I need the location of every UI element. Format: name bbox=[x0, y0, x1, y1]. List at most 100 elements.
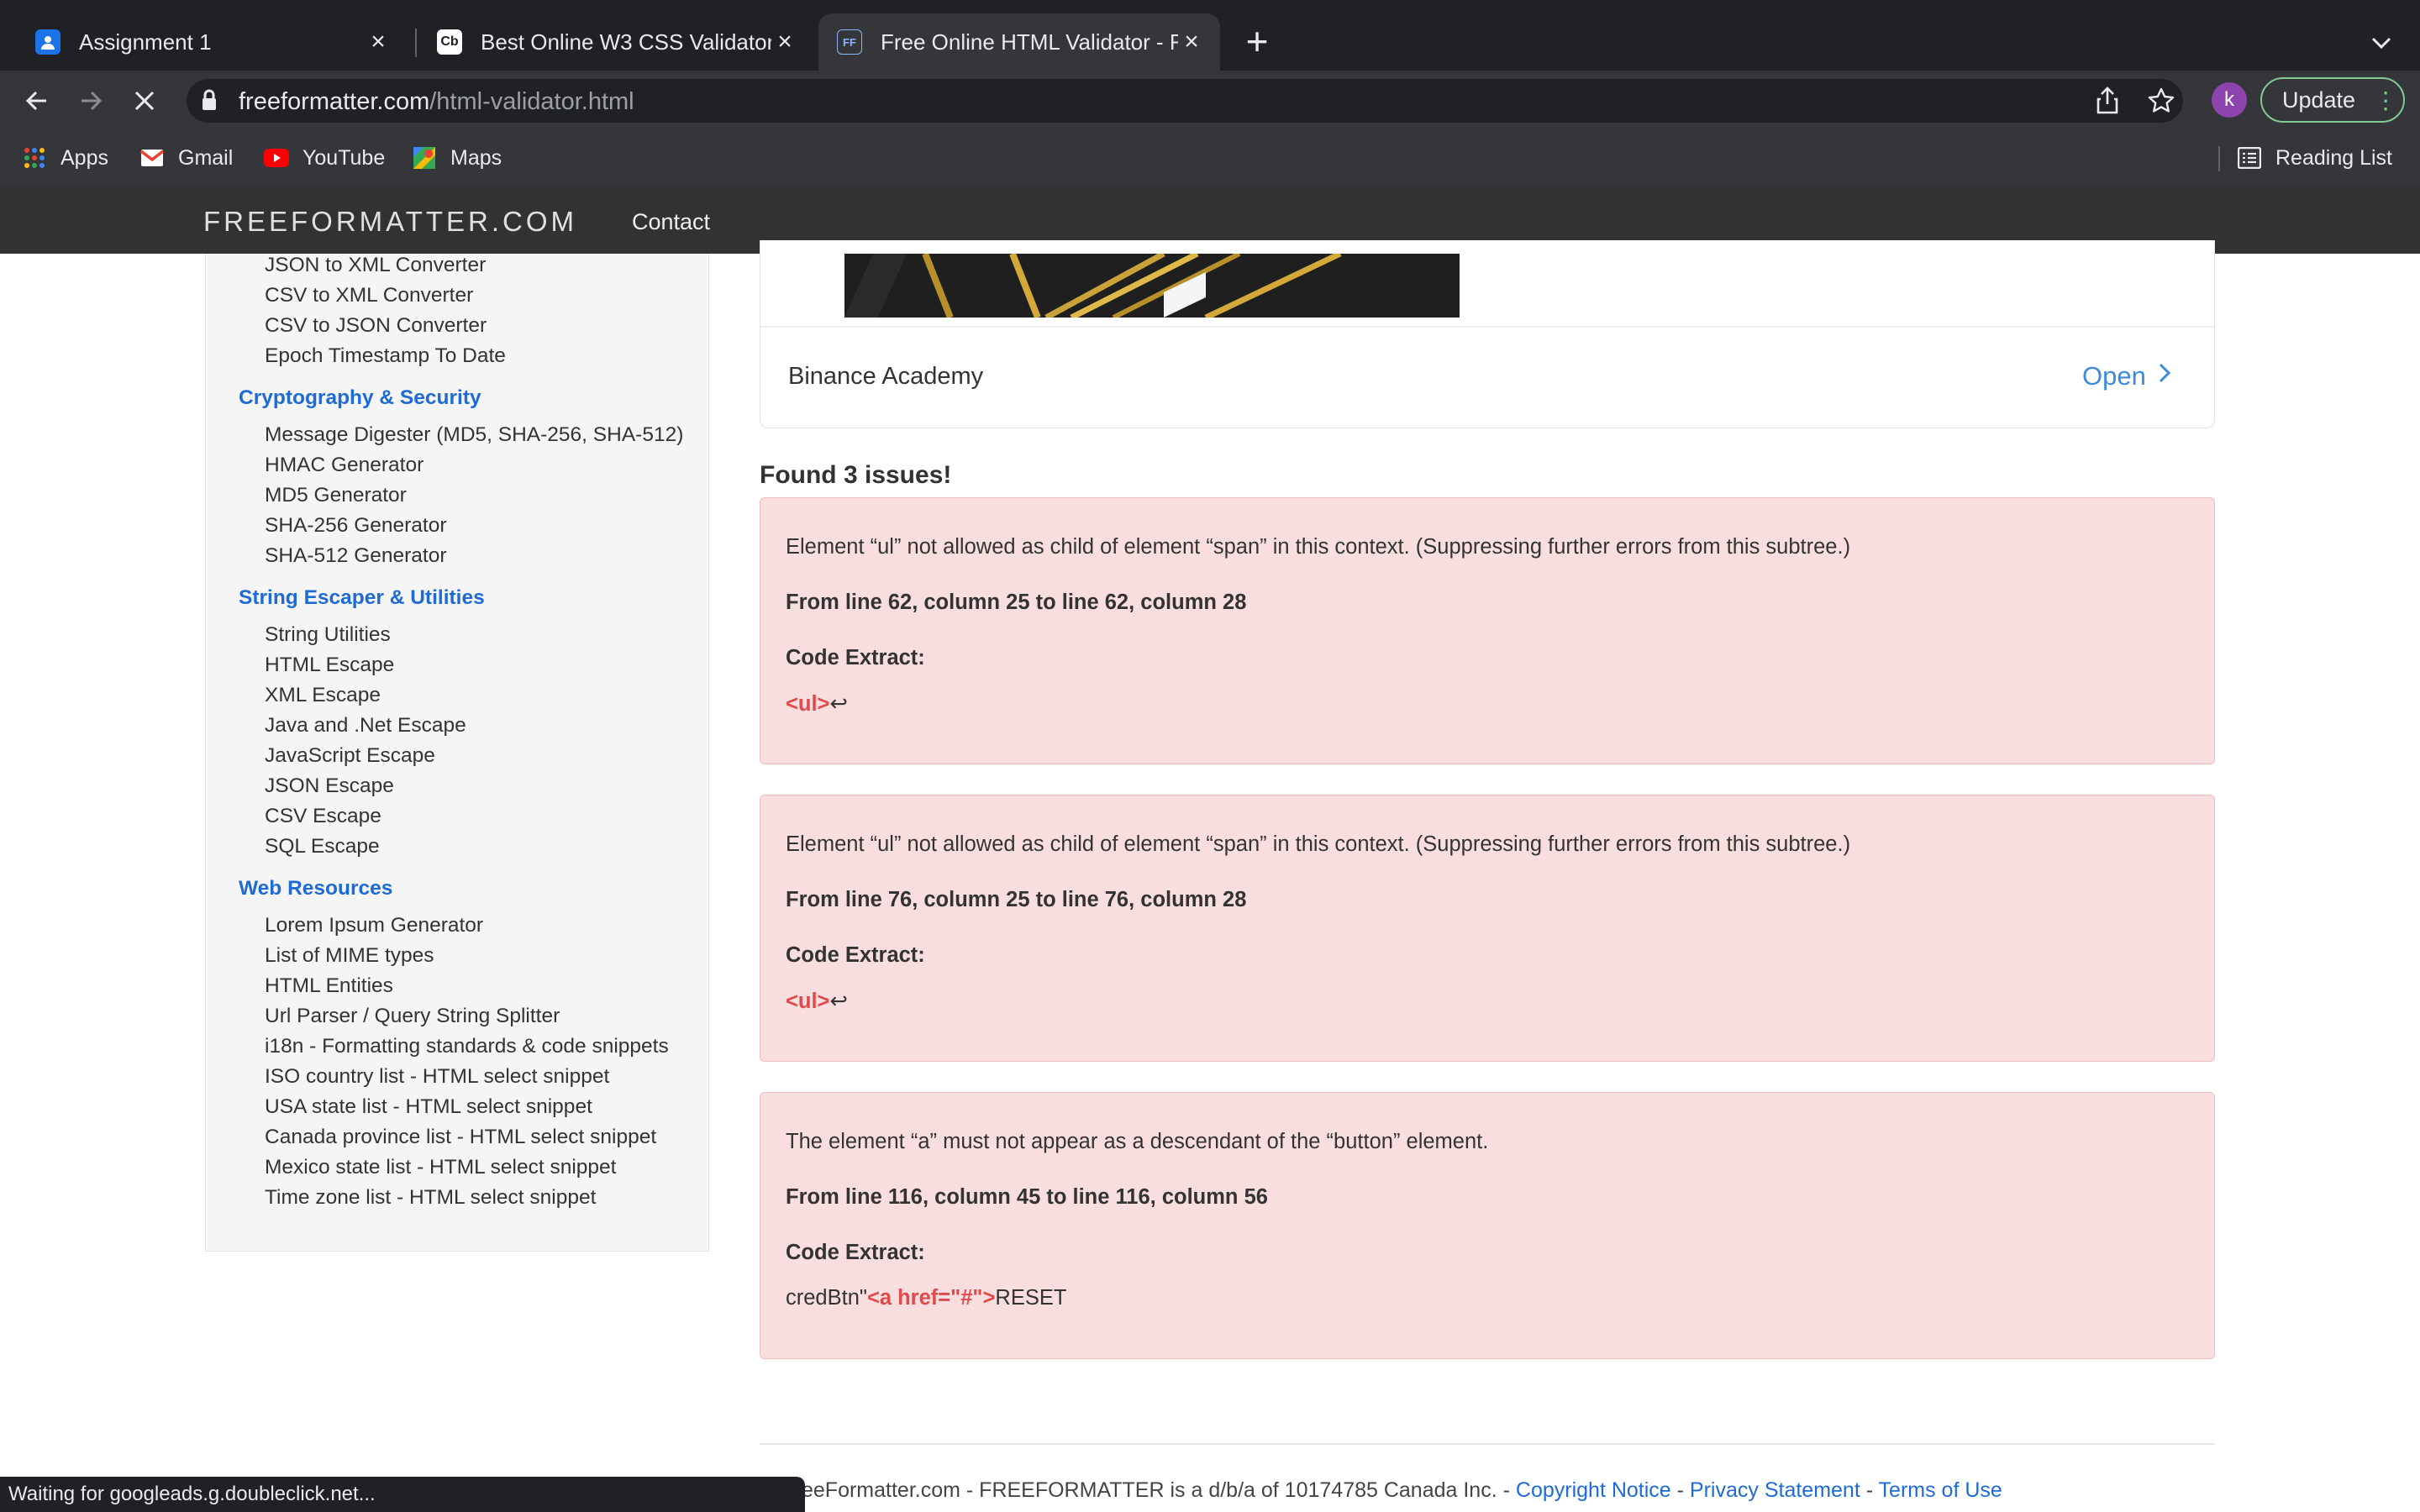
return-icon: ↩ bbox=[829, 990, 848, 1013]
ad-divider bbox=[760, 326, 2214, 328]
sidebar-link[interactable]: Lorem Ipsum Generator bbox=[265, 914, 483, 937]
bookmark-separator bbox=[2218, 146, 2220, 171]
sidebar-link[interactable]: Epoch Timestamp To Date bbox=[265, 344, 506, 368]
footer-divider bbox=[760, 1443, 2215, 1445]
return-icon: ↩ bbox=[829, 692, 848, 716]
apps-grid-icon bbox=[22, 147, 47, 169]
issue-message: Element “ul” not allowed as child of ele… bbox=[786, 832, 1851, 856]
chevron-right-icon bbox=[2158, 358, 2171, 395]
close-icon[interactable]: × bbox=[1178, 28, 1205, 56]
close-icon[interactable]: × bbox=[365, 28, 392, 56]
sidebar-link[interactable]: HTML Escape bbox=[265, 654, 394, 677]
gmail-icon bbox=[139, 147, 165, 169]
footer: eeFormatter.com - FREEFORMATTER is a d/b… bbox=[802, 1475, 2002, 1505]
browser-status-bar: Waiting for googleads.g.doubleclick.net.… bbox=[0, 1477, 805, 1512]
nav-contact-link[interactable]: Contact bbox=[632, 202, 710, 242]
sidebar-link[interactable]: Url Parser / Query String Splitter bbox=[265, 1005, 560, 1028]
sidebar-link[interactable]: JSON to XML Converter bbox=[265, 254, 486, 277]
bookmark-youtube[interactable]: YouTube bbox=[264, 143, 385, 173]
issue-card-2: Element “ul” not allowed as child of ele… bbox=[760, 795, 2215, 1062]
stop-loading-icon[interactable] bbox=[123, 79, 166, 123]
url-text[interactable]: freeformatter.com/html-validator.html bbox=[239, 82, 634, 121]
sidebar-link[interactable]: USA state list - HTML select snippet bbox=[265, 1095, 592, 1119]
bookmark-label: Maps bbox=[450, 145, 502, 170]
url-domain: freeformatter.com bbox=[239, 88, 430, 115]
sidebar-link[interactable]: Time zone list - HTML select snippet bbox=[265, 1186, 596, 1210]
profile-avatar[interactable]: k bbox=[2212, 82, 2247, 118]
sidebar-link[interactable]: SHA-512 Generator bbox=[265, 544, 447, 568]
sidebar-link[interactable]: JavaScript Escape bbox=[265, 744, 435, 768]
issue-message: The element “a” must not appear as a des… bbox=[786, 1130, 1489, 1153]
issue-location: From line 116, column 45 to line 116, co… bbox=[786, 1185, 1268, 1209]
sidebar-link[interactable]: ISO country list - HTML select snippet bbox=[265, 1065, 609, 1089]
star-bookmark-icon[interactable] bbox=[2146, 86, 2176, 116]
ff-favicon-icon: FF bbox=[837, 29, 862, 55]
maps-icon bbox=[412, 147, 437, 169]
share-icon[interactable] bbox=[2092, 86, 2123, 116]
reading-list-button[interactable]: Reading List bbox=[2237, 143, 2392, 173]
sidebar-link[interactable]: List of MIME types bbox=[265, 944, 434, 968]
issue-location: From line 76, column 25 to line 76, colu… bbox=[786, 888, 1247, 911]
sidebar-link[interactable]: Mexico state list - HTML select snippet bbox=[265, 1156, 616, 1179]
bookmark-gmail[interactable]: Gmail bbox=[139, 143, 233, 173]
ad-open-button[interactable]: Open bbox=[2082, 358, 2171, 395]
tab-separator bbox=[415, 29, 417, 57]
classroom-icon bbox=[35, 29, 60, 55]
sidebar-link[interactable]: XML Escape bbox=[265, 684, 381, 707]
bookmark-label: Gmail bbox=[178, 145, 234, 170]
issue-location: From line 62, column 25 to line 62, colu… bbox=[786, 591, 1247, 614]
new-tab-icon[interactable]: + bbox=[1239, 20, 1276, 64]
sidebar-link[interactable]: Java and .Net Escape bbox=[265, 714, 466, 738]
sidebar-link[interactable]: SQL Escape bbox=[265, 835, 380, 858]
sidebar-link[interactable]: SHA-256 Generator bbox=[265, 514, 447, 538]
sidebar-link[interactable]: CSV to JSON Converter bbox=[265, 314, 487, 338]
results-summary: Found 3 issues! bbox=[760, 461, 952, 489]
code-tag: <a href="#"> bbox=[866, 1286, 996, 1310]
footer-text: eeFormatter.com - FREEFORMATTER is a d/b… bbox=[802, 1478, 1516, 1502]
sidebar-link[interactable]: CSV Escape bbox=[265, 805, 381, 828]
tab-assignment[interactable]: Assignment 1 × bbox=[17, 13, 407, 71]
code-tag: <ul> bbox=[786, 990, 830, 1013]
terms-of-use-link[interactable]: Terms of Use bbox=[1879, 1478, 2002, 1502]
close-icon[interactable]: × bbox=[771, 28, 798, 56]
site-brand-logo[interactable]: FREEFORMATTER.COM bbox=[203, 202, 577, 242]
issue-card-1: Element “ul” not allowed as child of ele… bbox=[760, 497, 2215, 764]
tab-html-validator[interactable]: FF Free Online HTML Validator - F × bbox=[818, 13, 1220, 71]
sidebar-section-cryptography[interactable]: Cryptography & Security bbox=[239, 386, 481, 410]
ad-banner-image[interactable] bbox=[844, 254, 1460, 318]
bookmark-label: Apps bbox=[60, 145, 108, 170]
url-path: /html-validator.html bbox=[429, 88, 634, 115]
issue-card-3: The element “a” must not appear as a des… bbox=[760, 1092, 2215, 1359]
footer-sep: - bbox=[1670, 1478, 1690, 1502]
update-button[interactable]: Update ⋮ bbox=[2260, 77, 2405, 123]
cb-favicon-icon: Cb bbox=[437, 29, 462, 55]
ad-advertiser-name[interactable]: Binance Academy bbox=[788, 360, 983, 393]
sidebar-link[interactable]: HMAC Generator bbox=[265, 454, 424, 477]
sidebar-link[interactable]: i18n - Formatting standards & code snipp… bbox=[265, 1035, 669, 1058]
bookmark-apps[interactable]: Apps bbox=[22, 143, 108, 173]
lock-icon[interactable] bbox=[202, 89, 217, 111]
copyright-notice-link[interactable]: Copyright Notice bbox=[1516, 1478, 1671, 1502]
back-arrow-icon[interactable] bbox=[15, 79, 59, 123]
sidebar-link[interactable]: String Utilities bbox=[265, 623, 391, 647]
code-extract: <ul>↩ bbox=[786, 691, 848, 717]
tab-css-validator[interactable]: Cb Best Online W3 CSS Validator × bbox=[418, 13, 813, 71]
code-suffix: RESET bbox=[995, 1286, 1067, 1310]
sidebar-link[interactable]: MD5 Generator bbox=[265, 484, 407, 507]
forward-arrow-icon[interactable] bbox=[69, 79, 113, 123]
chevron-down-icon[interactable] bbox=[2363, 20, 2400, 62]
sidebar-section-string-escaper[interactable]: String Escaper & Utilities bbox=[239, 586, 485, 610]
reading-list-icon bbox=[2237, 147, 2262, 169]
sidebar-section-web-resources[interactable]: Web Resources bbox=[239, 877, 392, 900]
privacy-statement-link[interactable]: Privacy Statement bbox=[1690, 1478, 1860, 1502]
sidebar-link[interactable]: Canada province list - HTML select snipp… bbox=[265, 1126, 656, 1149]
tab-title: Best Online W3 CSS Validator bbox=[481, 29, 771, 55]
bookmark-maps[interactable]: Maps bbox=[412, 143, 502, 173]
sidebar-link[interactable]: CSV to XML Converter bbox=[265, 284, 473, 307]
sidebar-link[interactable]: JSON Escape bbox=[265, 774, 394, 798]
sidebar-link[interactable]: Message Digester (MD5, SHA-256, SHA-512) bbox=[265, 423, 683, 447]
footer-sep: - bbox=[1860, 1478, 1879, 1502]
sidebar-link[interactable]: HTML Entities bbox=[265, 974, 393, 998]
code-extract-label: Code Extract: bbox=[786, 943, 925, 967]
issue-message: Element “ul” not allowed as child of ele… bbox=[786, 535, 1851, 559]
